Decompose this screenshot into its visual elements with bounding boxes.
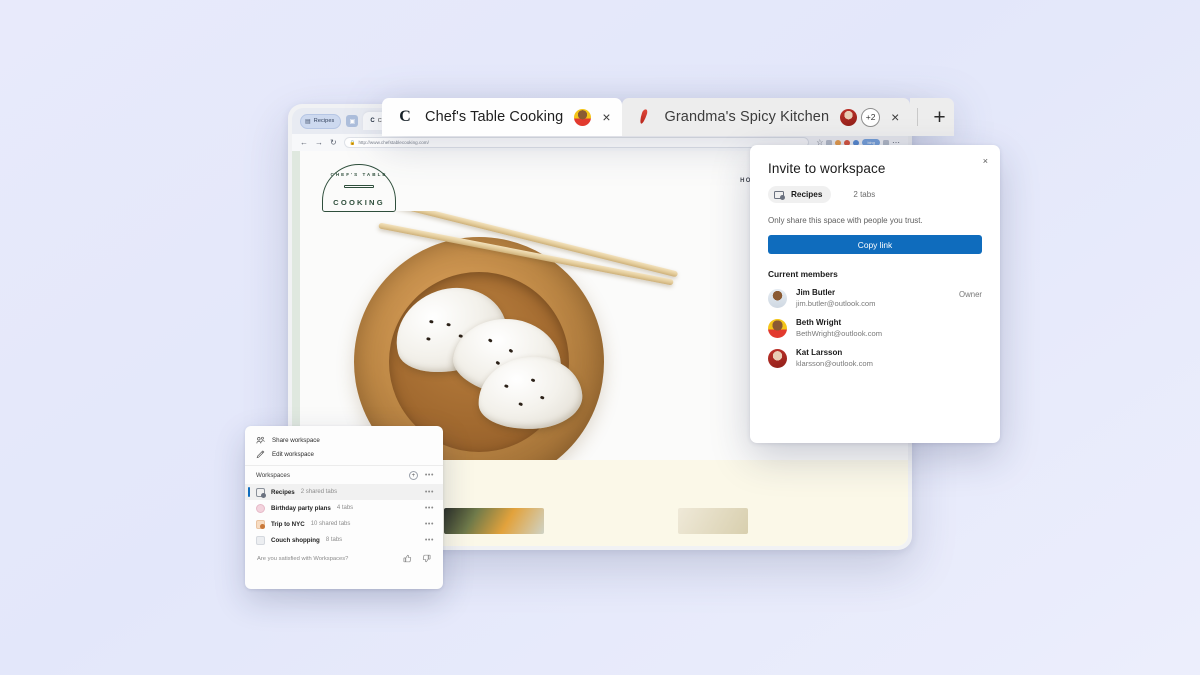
peach-icon — [256, 519, 265, 529]
workspace-item-birthday-party-plans[interactable]: Birthday party plans 4 tabs ••• — [245, 500, 443, 516]
site-logo-word: COOKING — [333, 198, 385, 207]
workspace-item-more-icon[interactable]: ••• — [425, 489, 434, 496]
workspaces-section-header: Workspaces + ••• — [245, 466, 443, 484]
tab-extra-avatars-badge[interactable]: +2 — [861, 107, 881, 127]
member-row: Kat Larsson klarsson@outlook.com — [768, 348, 982, 369]
edit-workspace-item[interactable]: Edit workspace — [245, 447, 443, 461]
share-icon — [256, 436, 265, 443]
site-logo-arch-text: CHEF'S TABLE — [330, 172, 388, 177]
tab-close-icon[interactable]: × — [891, 110, 899, 124]
dialog-title: Invite to workspace — [768, 161, 886, 176]
feedback-question: Are you satisfied with Workspaces? — [257, 555, 349, 562]
workspaces-section-title: Workspaces — [256, 472, 290, 479]
reload-icon[interactable]: ↻ — [330, 138, 337, 147]
workspace-item-name: Trip to NYC — [271, 520, 305, 528]
share-workspace-label: Share workspace — [272, 436, 320, 444]
member-email: klarsson@outlook.com — [796, 358, 873, 368]
workspace-pill-icon: ▤ — [305, 118, 311, 125]
forward-icon[interactable]: → — [315, 138, 323, 147]
tab-favicon-chili-icon — [636, 108, 654, 126]
workspace-item-count: 4 tabs — [336, 505, 354, 511]
workspace-tab-count: 2 tabs — [853, 190, 876, 199]
tab-title: Grandma's Spicy Kitchen — [664, 109, 830, 125]
tab-close-icon[interactable]: × — [602, 110, 610, 124]
close-icon[interactable]: × — [983, 156, 988, 166]
workspace-item-count: 2 shared tabs — [300, 489, 338, 495]
workspace-item-trip-to-nyc[interactable]: Trip to NYC 10 shared tabs ••• — [245, 516, 443, 532]
invite-to-workspace-dialog: × Invite to workspace Recipes 2 tabs Onl… — [750, 145, 1000, 443]
address-bar[interactable]: 🔒 http://www.chefstablecooking.com/ — [343, 137, 810, 148]
site-logo-utensil-icon — [344, 185, 374, 188]
avatar — [768, 289, 787, 309]
lock-icon: 🔒 — [349, 139, 356, 145]
avatar — [768, 319, 787, 339]
workspaces-more-icon[interactable]: ••• — [425, 472, 434, 479]
member-row: Jim Butler jim.butler@outlook.com Owner — [768, 288, 982, 309]
thumbs-down-icon[interactable] — [422, 554, 431, 563]
member-name: Beth Wright — [796, 318, 842, 328]
recipes-icon — [256, 487, 266, 498]
tab-title: Chef's Table Cooking — [425, 109, 564, 125]
feedback-row: Are you satisfied with Workspaces? — [245, 554, 443, 563]
avatar — [768, 349, 787, 369]
member-role: Owner — [959, 290, 982, 299]
tab-strip-divider — [917, 108, 919, 126]
tab-avatar[interactable] — [840, 108, 858, 126]
tab-favicon-c: C — [370, 118, 375, 124]
tab-chefs-table-cooking[interactable]: C Chef's Table Cooking × — [382, 98, 622, 136]
workspace-chip[interactable]: Recipes — [768, 186, 832, 203]
thumbnail-image[interactable] — [444, 508, 544, 534]
workspace-item-more-icon[interactable]: ••• — [425, 537, 434, 544]
workspace-item-recipes[interactable]: Recipes 2 shared tabs ••• — [245, 484, 443, 500]
workspace-pill[interactable]: ▤ Recipes — [300, 113, 342, 129]
pencil-icon — [256, 449, 265, 458]
workspace-item-count: 10 shared tabs — [310, 521, 351, 527]
workspace-item-more-icon[interactable]: ••• — [425, 505, 434, 512]
member-name: Kat Larsson — [796, 348, 843, 358]
tab-grandmas-spicy-kitchen[interactable]: Grandma's Spicy Kitchen +2 × — [621, 98, 911, 136]
workspaces-panel: Share workspace Edit workspace Workspace… — [245, 426, 443, 589]
thumbs-up-icon[interactable] — [403, 554, 412, 563]
pink-circle-icon — [256, 503, 265, 513]
member-email: BethWright@outlook.com — [796, 328, 883, 338]
floating-tab-strip: C Chef's Table Cooking × Grandma's Spicy… — [382, 98, 954, 136]
workspace-name: Recipes — [791, 190, 823, 199]
share-workspace-item[interactable]: Share workspace — [245, 433, 443, 447]
tab-avatar[interactable] — [574, 108, 592, 126]
add-workspace-button[interactable]: + — [408, 471, 418, 480]
member-email: jim.butler@outlook.com — [796, 298, 876, 308]
new-tab-icon[interactable]: + — [925, 107, 953, 128]
grey-icon — [256, 535, 265, 545]
workspace-item-couch-shopping[interactable]: Couch shopping 8 tabs ••• — [245, 532, 443, 548]
site-logo: CHEF'S TABLE COOKING — [322, 164, 396, 212]
member-name: Jim Butler — [796, 288, 836, 297]
trust-note: Only share this space with people you tr… — [768, 216, 923, 225]
address-url: http://www.chefstablecooking.com/ — [358, 140, 429, 145]
current-members-heading: Current members — [768, 269, 838, 279]
workspace-switch-button[interactable]: ▣ — [346, 115, 359, 127]
tab-strip-tail: + — [910, 98, 954, 136]
workspace-item-name: Recipes — [271, 488, 295, 496]
thumbnail-image[interactable] — [678, 508, 748, 534]
workspace-item-more-icon[interactable]: ••• — [425, 521, 434, 528]
workspace-icon — [774, 189, 785, 200]
workspace-item-name: Couch shopping — [271, 536, 320, 544]
back-icon[interactable]: ← — [300, 138, 308, 147]
workspace-item-count: 8 tabs — [325, 537, 343, 543]
member-row: Beth Wright BethWright@outlook.com — [768, 318, 982, 339]
workspace-summary-row: Recipes 2 tabs — [768, 186, 982, 203]
workspace-item-name: Birthday party plans — [271, 504, 331, 512]
workspace-pill-label: Recipes — [313, 118, 335, 124]
edit-workspace-label: Edit workspace — [272, 450, 314, 458]
tab-favicon-c-icon: C — [399, 108, 411, 125]
copy-link-button[interactable]: Copy link — [768, 235, 982, 254]
